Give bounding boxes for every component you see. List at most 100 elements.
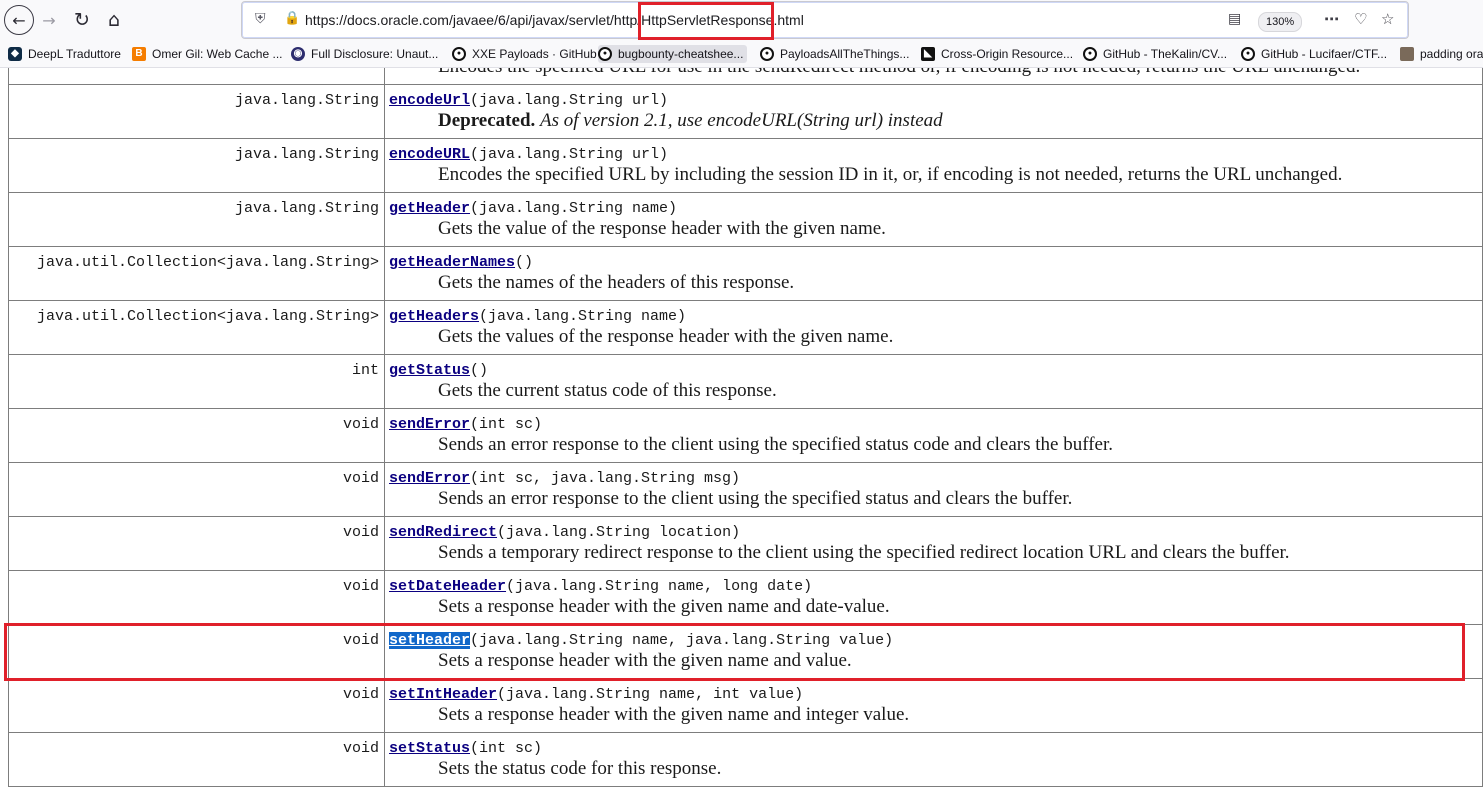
reader-view-icon[interactable]: ▤	[1228, 11, 1241, 27]
method-params: (int sc)	[470, 416, 543, 433]
method-params: (java.lang.String name)	[479, 308, 687, 325]
forward-arrow-icon[interactable]: →	[34, 5, 64, 35]
home-icon[interactable]: ⌂	[99, 5, 129, 35]
bookmarks-bar: ◆ DeepL Traduttore B Omer Gil: Web Cache ..…	[0, 40, 1483, 68]
method-description: Sends a temporary redirect response to t…	[438, 542, 1290, 563]
blogger-icon: B	[132, 47, 146, 61]
lock-icon[interactable]: 🔒	[284, 11, 300, 26]
return-type-cell: java.lang.String	[8, 84, 385, 139]
github-icon: ●	[598, 47, 612, 61]
pocket-icon[interactable]: ♡	[1354, 10, 1367, 28]
deprecated-label: Deprecated.	[438, 110, 536, 131]
bookmark-label: XXE Payloads · GitHub	[472, 47, 597, 61]
table-row: void sendError(int sc) Sends an error resp…	[8, 408, 1483, 463]
bookmark-item[interactable]: ● XXE Payloads · GitHub	[452, 45, 597, 63]
bookmark-item[interactable]: ◆ DeepL Traduttore	[8, 45, 121, 63]
method-signature: sendError(int sc, java.lang.String msg)	[389, 470, 1478, 487]
url-prefix: https://docs.oracle.com/javaee/6/api/jav…	[305, 12, 642, 28]
return-type-cell: void	[8, 408, 385, 463]
method-params: (java.lang.String name)	[470, 200, 678, 217]
method-cell: encodeURL(java.lang.String url) Encodes t…	[384, 138, 1483, 193]
url-annotation-box	[638, 2, 774, 40]
method-link-sendRedirect[interactable]: sendRedirect	[389, 524, 497, 541]
table-row: void setDateHeader(java.lang.String name,…	[8, 570, 1483, 625]
method-signature: encodeURL(java.lang.String url)	[389, 146, 1478, 163]
method-params: (java.lang.String name, int value)	[497, 686, 804, 703]
table-row: java.util.Collection<java.lang.String> ge…	[8, 300, 1483, 355]
bookmark-item[interactable]: ● GitHub - TheKalin/CV...	[1083, 45, 1227, 63]
table-row: void sendRedirect(java.lang.String locati…	[8, 516, 1483, 571]
table-row: int getStatus() Gets the current status co…	[8, 354, 1483, 409]
page-content: x Encodes the specified URL for use in t…	[0, 68, 1483, 790]
table-row: void setHeader(java.lang.String name, jav…	[8, 624, 1483, 679]
method-link-getHeaderNames[interactable]: getHeaderNames	[389, 254, 515, 271]
method-signature: encodeUrl(java.lang.String url)	[389, 92, 1478, 109]
method-link-setHeader[interactable]: setHeader	[389, 632, 471, 649]
method-link-setStatus[interactable]: setStatus	[389, 740, 470, 757]
bookmark-item[interactable]: ● PayloadsAllTheThings...	[760, 45, 909, 63]
method-cell: getHeaderNames() Gets the names of the he…	[384, 246, 1483, 301]
method-cell: setIntHeader(java.lang.String name, int …	[384, 678, 1483, 733]
reload-icon[interactable]: ↻	[67, 5, 97, 35]
zoom-level-badge[interactable]: 130%	[1258, 12, 1303, 32]
bookmark-item[interactable]: ● bugbounty-cheatshee...	[598, 45, 748, 63]
method-signature: getHeaders(java.lang.String name)	[389, 308, 1478, 325]
method-signature: sendRedirect(java.lang.String location)	[389, 524, 1478, 541]
method-link-sendError[interactable]: sendError	[389, 470, 470, 487]
method-cell: x Encodes the specified URL for use in t…	[384, 68, 1483, 85]
method-signature: setIntHeader(java.lang.String name, int …	[389, 686, 1478, 703]
method-cell: sendError(int sc) Sends an error response…	[384, 408, 1483, 463]
method-link-encodeURL[interactable]: encodeURL	[389, 146, 470, 163]
method-link-sendError[interactable]: sendError	[389, 416, 470, 433]
method-cell: getHeader(java.lang.String name) Gets the…	[384, 192, 1483, 247]
method-signature: sendError(int sc)	[389, 416, 1478, 433]
address-bar[interactable]: ⛨ 🔒 https://docs.oracle.com/javaee/6/api…	[241, 1, 1409, 40]
return-type-cell: void	[8, 678, 385, 733]
method-signature: setDateHeader(java.lang.String name, lon…	[389, 578, 1478, 595]
return-type-cell: int	[8, 354, 385, 409]
shield-icon[interactable]: ⛨	[255, 11, 266, 27]
method-link-setIntHeader[interactable]: setIntHeader	[389, 686, 497, 703]
back-arrow-icon[interactable]: ←	[4, 5, 34, 35]
browser-toolbar: ← → ↻ ⌂ ⛨ 🔒 https://docs.oracle.com/java…	[0, 0, 1483, 40]
table-row: void sendError(int sc, java.lang.String m…	[8, 462, 1483, 517]
return-type-cell: void	[8, 624, 385, 679]
method-cell: setDateHeader(java.lang.String name, lon…	[384, 570, 1483, 625]
method-cell: getStatus() Gets the current status code …	[384, 354, 1483, 409]
method-signature: setStatus(int sc)	[389, 740, 1478, 757]
return-type-cell: void	[8, 570, 385, 625]
avatar-icon	[1400, 47, 1414, 61]
bookmark-item[interactable]: ◉ Full Disclosure: Unaut...	[291, 45, 438, 63]
return-type-cell: void	[8, 732, 385, 787]
bookmark-label: Omer Gil: Web Cache ...	[152, 47, 283, 61]
bookmark-item[interactable]: ◣ Cross-Origin Resource...	[921, 45, 1073, 63]
method-cell: sendError(int sc, java.lang.String msg) S…	[384, 462, 1483, 517]
method-signature: getHeader(java.lang.String name)	[389, 200, 1478, 217]
method-link-getHeader[interactable]: getHeader	[389, 200, 470, 217]
url-suffix: .html	[773, 12, 804, 28]
method-description: Encodes the specified URL by including t…	[438, 164, 1343, 185]
bookmark-star-icon[interactable]: ☆	[1381, 10, 1394, 28]
method-params: (java.lang.String location)	[497, 524, 741, 541]
more-actions-icon[interactable]: ⋯	[1324, 10, 1339, 28]
method-link-getHeaders[interactable]: getHeaders	[389, 308, 479, 325]
method-description: Gets the values of the response header w…	[438, 326, 894, 347]
deepl-icon: ◆	[8, 47, 22, 61]
table-row: void setIntHeader(java.lang.String name, …	[8, 678, 1483, 733]
method-link-getStatus[interactable]: getStatus	[389, 362, 470, 379]
table-row: java.util.Collection<java.lang.String> ge…	[8, 246, 1483, 301]
table-row: x Encodes the specified URL for use in t…	[8, 68, 1483, 85]
bookmark-item[interactable]: ● GitHub - Lucifaer/CTF...	[1241, 45, 1387, 63]
return-type-cell: java.lang.String	[8, 138, 385, 193]
method-cell: setHeader(java.lang.String name, java.la…	[384, 624, 1483, 679]
method-link-setDateHeader[interactable]: setDateHeader	[389, 578, 506, 595]
method-description: Sets a response header with the given na…	[438, 650, 852, 671]
table-row: java.lang.String encodeUrl(java.lang.Stri…	[8, 84, 1483, 139]
method-params: (java.lang.String url)	[470, 92, 669, 109]
bookmark-label: GitHub - TheKalin/CV...	[1103, 47, 1228, 61]
method-link-encodeUrl[interactable]: encodeUrl	[389, 92, 470, 109]
bookmark-item[interactable]: padding ora	[1400, 45, 1483, 63]
table-row: java.lang.String getHeader(java.lang.Stri…	[8, 192, 1483, 247]
method-params: (java.lang.String name, java.lang.String…	[470, 632, 894, 649]
bookmark-item[interactable]: B Omer Gil: Web Cache ...	[132, 45, 282, 63]
